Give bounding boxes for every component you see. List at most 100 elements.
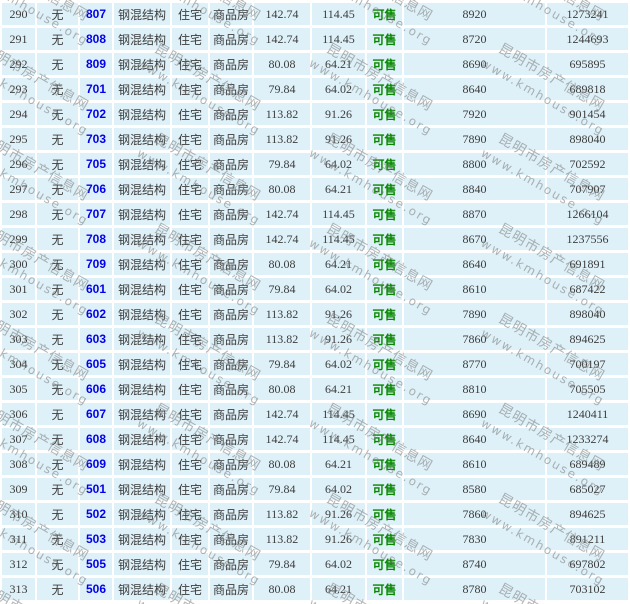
cell-sale-type: 商品房	[210, 503, 252, 525]
room-number-link[interactable]: 702	[86, 107, 106, 121]
cell-structure: 钢混结构	[114, 578, 170, 600]
room-number-link[interactable]: 705	[86, 157, 106, 171]
room-number-link[interactable]: 808	[86, 32, 106, 46]
room-number-link[interactable]: 606	[86, 382, 106, 396]
room-number-link[interactable]: 609	[86, 457, 106, 471]
cell-basement: 无	[37, 153, 78, 175]
cell-sale-type: 商品房	[210, 253, 252, 275]
room-number-link[interactable]: 502	[86, 507, 106, 521]
cell-status: 可售	[367, 353, 402, 375]
cell-structure: 钢混结构	[114, 453, 170, 475]
cell-room: 505	[80, 553, 112, 575]
cell-seq: 293	[2, 78, 35, 100]
cell-inner-area: 114.45	[312, 28, 365, 50]
status-badge: 可售	[372, 433, 396, 447]
table-row: 309无501钢混结构住宅商品房79.8464.02可售8580685027	[2, 478, 628, 500]
room-number-link[interactable]: 501	[86, 482, 106, 496]
room-number-link[interactable]: 601	[86, 282, 106, 296]
cell-sale-type: 商品房	[210, 178, 252, 200]
table-row: 300无709钢混结构住宅商品房80.0864.21可售8640691891	[2, 253, 628, 275]
cell-status: 可售	[367, 78, 402, 100]
cell-status: 可售	[367, 478, 402, 500]
cell-structure: 钢混结构	[114, 3, 170, 25]
room-number-link[interactable]: 709	[86, 257, 106, 271]
units-table-body: 290无807钢混结构住宅商品房142.74114.45可售8920127324…	[2, 3, 628, 600]
room-number-link[interactable]: 503	[86, 532, 106, 546]
status-badge: 可售	[372, 158, 396, 172]
cell-basement: 无	[37, 453, 78, 475]
room-number-link[interactable]: 708	[86, 232, 106, 246]
cell-inner-area: 114.45	[312, 203, 365, 225]
status-badge: 可售	[372, 458, 396, 472]
cell-inner-area: 114.45	[312, 428, 365, 450]
cell-build-area: 79.84	[254, 353, 310, 375]
table-row: 296无705钢混结构住宅商品房79.8464.02可售8800702592	[2, 153, 628, 175]
cell-build-area: 80.08	[254, 178, 310, 200]
cell-structure: 钢混结构	[114, 328, 170, 350]
cell-build-area: 80.08	[254, 53, 310, 75]
room-number-link[interactable]: 603	[86, 332, 106, 346]
cell-structure: 钢混结构	[114, 253, 170, 275]
cell-basement: 无	[37, 253, 78, 275]
cell-sale-type: 商品房	[210, 478, 252, 500]
table-row: 305无606钢混结构住宅商品房80.0864.21可售8810705505	[2, 378, 628, 400]
cell-inner-area: 64.02	[312, 153, 365, 175]
units-table: 290无807钢混结构住宅商品房142.74114.45可售8920127324…	[0, 0, 630, 603]
cell-inner-area: 64.02	[312, 78, 365, 100]
status-badge: 可售	[372, 258, 396, 272]
cell-total-price: 1266104	[547, 203, 628, 225]
cell-basement: 无	[37, 553, 78, 575]
cell-unit-price: 8740	[404, 553, 545, 575]
cell-status: 可售	[367, 153, 402, 175]
cell-usage: 住宅	[172, 528, 208, 550]
cell-room: 707	[80, 203, 112, 225]
room-number-link[interactable]: 608	[86, 432, 106, 446]
cell-usage: 住宅	[172, 128, 208, 150]
cell-build-area: 142.74	[254, 3, 310, 25]
cell-seq: 291	[2, 28, 35, 50]
room-number-link[interactable]: 807	[86, 7, 106, 21]
cell-unit-price: 7890	[404, 303, 545, 325]
room-number-link[interactable]: 703	[86, 132, 106, 146]
cell-unit-price: 8810	[404, 378, 545, 400]
cell-inner-area: 114.45	[312, 403, 365, 425]
room-number-link[interactable]: 706	[86, 182, 106, 196]
cell-structure: 钢混结构	[114, 478, 170, 500]
cell-usage: 住宅	[172, 503, 208, 525]
cell-inner-area: 91.26	[312, 528, 365, 550]
cell-basement: 无	[37, 3, 78, 25]
cell-sale-type: 商品房	[210, 403, 252, 425]
cell-total-price: 702592	[547, 153, 628, 175]
room-number-link[interactable]: 602	[86, 307, 106, 321]
cell-status: 可售	[367, 328, 402, 350]
cell-basement: 无	[37, 378, 78, 400]
cell-status: 可售	[367, 103, 402, 125]
room-number-link[interactable]: 605	[86, 357, 106, 371]
cell-seq: 298	[2, 203, 35, 225]
cell-usage: 住宅	[172, 78, 208, 100]
room-number-link[interactable]: 707	[86, 207, 106, 221]
cell-total-price: 695895	[547, 53, 628, 75]
cell-basement: 无	[37, 578, 78, 600]
table-row: 308无609钢混结构住宅商品房80.0864.21可售8610689489	[2, 453, 628, 475]
cell-sale-type: 商品房	[210, 128, 252, 150]
cell-build-area: 113.82	[254, 103, 310, 125]
cell-total-price: 689489	[547, 453, 628, 475]
room-number-link[interactable]: 607	[86, 407, 106, 421]
cell-unit-price: 7860	[404, 503, 545, 525]
status-badge: 可售	[372, 333, 396, 347]
cell-unit-price: 8640	[404, 78, 545, 100]
cell-total-price: 894625	[547, 503, 628, 525]
cell-build-area: 113.82	[254, 528, 310, 550]
cell-room: 809	[80, 53, 112, 75]
room-number-link[interactable]: 505	[86, 557, 106, 571]
cell-inner-area: 64.21	[312, 578, 365, 600]
room-number-link[interactable]: 701	[86, 82, 106, 96]
cell-status: 可售	[367, 378, 402, 400]
room-number-link[interactable]: 506	[86, 582, 106, 596]
room-number-link[interactable]: 809	[86, 57, 106, 71]
cell-seq: 306	[2, 403, 35, 425]
cell-total-price: 898040	[547, 303, 628, 325]
cell-build-area: 142.74	[254, 228, 310, 250]
cell-sale-type: 商品房	[210, 278, 252, 300]
